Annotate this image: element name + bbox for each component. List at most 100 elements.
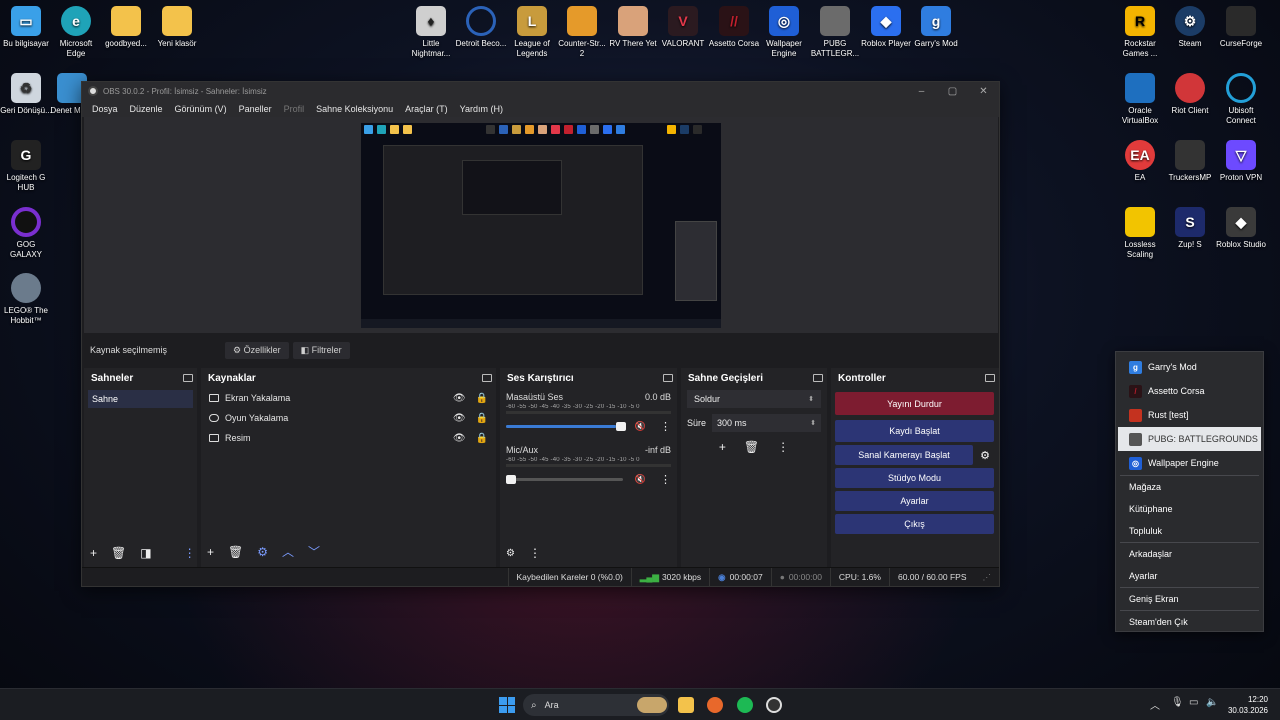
volume-slider[interactable] — [506, 475, 623, 484]
desktop-icon-ea[interactable]: EA EA — [1114, 140, 1166, 183]
settings-button[interactable]: Ayarlar — [835, 491, 994, 511]
desktop-icon-logitech[interactable]: G Logitech G HUB — [0, 140, 52, 193]
menu-item-garrys-mod[interactable]: g Garry's Mod — [1116, 355, 1263, 379]
popout-icon[interactable] — [985, 374, 995, 382]
desktop-icon-detroit[interactable]: Detroit Beco... — [455, 6, 507, 49]
lock-icon[interactable]: 🔒 — [476, 413, 488, 424]
add-icon[interactable]: + — [207, 545, 214, 559]
desktop-icon-goodbyed[interactable]: goodbyed... — [100, 6, 152, 49]
popout-icon[interactable] — [183, 374, 193, 382]
trash-icon[interactable]: 🗑 — [228, 545, 243, 559]
menu-item-rust[interactable]: Rust [test] — [1116, 403, 1263, 427]
menu-item-community[interactable]: Topluluk — [1116, 520, 1263, 542]
desktop-icon-lego-hobbit[interactable]: LEGO® The Hobbit™ — [0, 273, 52, 326]
menu-item-friends[interactable]: Arkadaşlar — [1116, 543, 1263, 565]
menu-docks[interactable]: Paneller — [233, 104, 278, 114]
desktop-icon-gog[interactable]: GOG GALAXY — [0, 207, 52, 260]
exit-button[interactable]: Çıkış — [835, 514, 994, 534]
duration-input[interactable]: 300 ms ⬍ — [712, 414, 821, 432]
menu-view[interactable]: Görünüm (V) — [169, 104, 233, 114]
microphone-icon[interactable]: 🎙 — [1171, 697, 1184, 708]
desktop-icon-wallpaper-engine[interactable]: ◎ Wallpaper Engine — [758, 6, 810, 59]
gear-icon[interactable]: ⚙ — [257, 545, 268, 559]
desktop-icon-garrys-mod[interactable]: g Garry's Mod — [910, 6, 962, 49]
more-icon[interactable]: ⋮ — [529, 546, 541, 560]
desktop-icon-recycle-bin[interactable]: ♻ Geri Dönüşü... — [0, 73, 52, 116]
minimize-icon[interactable]: – — [906, 86, 937, 97]
menu-help[interactable]: Yardım (H) — [454, 104, 509, 114]
close-icon[interactable]: ✕ — [968, 86, 999, 97]
desktop-icon-valorant[interactable]: V VALORANT — [657, 6, 709, 49]
popout-icon[interactable] — [482, 374, 492, 382]
volume-knob[interactable] — [506, 475, 516, 484]
menu-item-wallpaper-engine[interactable]: ◎ Wallpaper Engine — [1116, 451, 1263, 475]
obs-taskbar-icon[interactable] — [766, 697, 782, 713]
popout-icon[interactable] — [813, 374, 823, 382]
properties-button[interactable]: ⚙ Özellikler — [225, 341, 289, 359]
menu-item-assetto-corsa[interactable]: / Assetto Corsa — [1116, 379, 1263, 403]
desktop-icon-roblox[interactable]: ◆ Roblox Player — [860, 6, 912, 49]
menu-item-library[interactable]: Kütüphane — [1116, 498, 1263, 520]
desktop-icon-protonvpn[interactable]: ▽ Proton VPN — [1215, 140, 1267, 183]
desktop-icon-riot[interactable]: Riot Client — [1164, 73, 1216, 116]
clock[interactable]: 12:20 30.03.2026 — [1228, 694, 1268, 716]
add-icon[interactable]: + — [719, 440, 726, 454]
taskbar-search[interactable]: ⌕ Ara — [523, 694, 669, 716]
desktop-icon-pubg[interactable]: PUBG BATTLEGR... — [809, 6, 861, 59]
menu-item-exit-steam[interactable]: Steam'den Çık — [1116, 611, 1263, 633]
add-icon[interactable]: + — [90, 546, 97, 560]
stop-streaming-button[interactable]: Yayını Durdur — [835, 392, 994, 415]
trash-icon[interactable]: 🗑 — [744, 440, 759, 454]
more-icon[interactable]: ⋮ — [660, 420, 671, 433]
network-icon[interactable]: ▭ — [1189, 697, 1198, 708]
desktop-icon-virtualbox[interactable]: Oracle VirtualBox — [1114, 73, 1166, 126]
trash-icon[interactable]: 🗑 — [111, 546, 126, 560]
desktop-icon-zup[interactable]: S Zup! S — [1164, 207, 1216, 250]
spinner-icon[interactable]: ⬍ — [810, 419, 816, 427]
transition-select[interactable]: Soldur ⬍ — [687, 390, 821, 408]
eye-icon[interactable]: 👁 — [453, 433, 466, 444]
start-button[interactable] — [499, 697, 515, 713]
start-virtual-camera-button[interactable]: Sanal Kamerayı Başlat — [835, 445, 973, 465]
desktop-icon-rockstar[interactable]: R Rockstar Games ... — [1114, 6, 1166, 59]
move-down-icon[interactable]: ﹀ — [308, 543, 320, 560]
eye-icon[interactable]: 👁 — [453, 393, 466, 404]
virtual-camera-gear-icon[interactable]: ⚙ — [976, 445, 994, 465]
tray-chevron-icon[interactable]: ︿ — [1150, 697, 1160, 712]
volume-slider[interactable] — [506, 422, 626, 431]
more-icon[interactable]: ⋮ — [184, 546, 196, 560]
preview-canvas[interactable] — [361, 123, 721, 328]
menu-scene-collection[interactable]: Sahne Koleksiyonu — [310, 104, 399, 114]
desktop-icon-curseforge[interactable]: CurseForge — [1215, 6, 1267, 49]
menu-profile[interactable]: Profil — [278, 104, 311, 114]
mute-icon[interactable]: 🔇 — [635, 421, 646, 432]
file-explorer-icon[interactable] — [678, 697, 694, 713]
desktop-icon-lol[interactable]: L League of Legends — [506, 6, 558, 59]
desktop-icon-lossless-scaling[interactable]: Lossless Scaling — [1114, 207, 1166, 260]
menu-item-pubg[interactable]: PUBG: BATTLEGROUNDS — [1118, 427, 1261, 451]
scene-item[interactable]: Sahne — [88, 390, 193, 408]
studio-mode-button[interactable]: Stüdyo Modu — [835, 468, 994, 488]
desktop-icon-edge[interactable]: e Microsoft Edge — [50, 6, 102, 59]
lock-icon[interactable]: 🔒 — [476, 393, 488, 404]
maximize-icon[interactable]: ▢ — [937, 86, 968, 97]
eye-icon[interactable]: 👁 — [453, 413, 466, 424]
popout-icon[interactable] — [663, 374, 673, 382]
filters-button[interactable]: ◧ Filtreler — [292, 341, 350, 359]
volume-icon[interactable]: 🔈 — [1206, 697, 1218, 708]
spotify-icon[interactable] — [737, 697, 753, 713]
desktop-icon-assetto-corsa[interactable]: // Assetto Corsa — [708, 6, 760, 49]
lock-icon[interactable]: 🔒 — [476, 433, 488, 444]
mute-icon[interactable]: 🔇 — [635, 474, 646, 485]
source-item[interactable]: Resim 👁 🔒 — [201, 428, 496, 448]
menu-file[interactable]: Dosya — [86, 104, 124, 114]
advanced-audio-gear-icon[interactable]: ⚙ — [506, 548, 515, 559]
desktop-icon-new-folder[interactable]: Yeni klasör — [151, 6, 203, 49]
menu-item-big-picture[interactable]: Geniş Ekran — [1116, 588, 1263, 610]
firefox-icon[interactable] — [707, 697, 723, 713]
desktop-icon-truckersmp[interactable]: TruckersMP — [1164, 140, 1216, 183]
desktop-icon-this-pc[interactable]: ▭ Bu bilgisayar — [0, 6, 52, 49]
menu-edit[interactable]: Düzenle — [124, 104, 169, 114]
desktop-icon-rv-there-yet[interactable]: RV There Yet — [607, 6, 659, 49]
start-recording-button[interactable]: Kaydı Başlat — [835, 420, 994, 442]
